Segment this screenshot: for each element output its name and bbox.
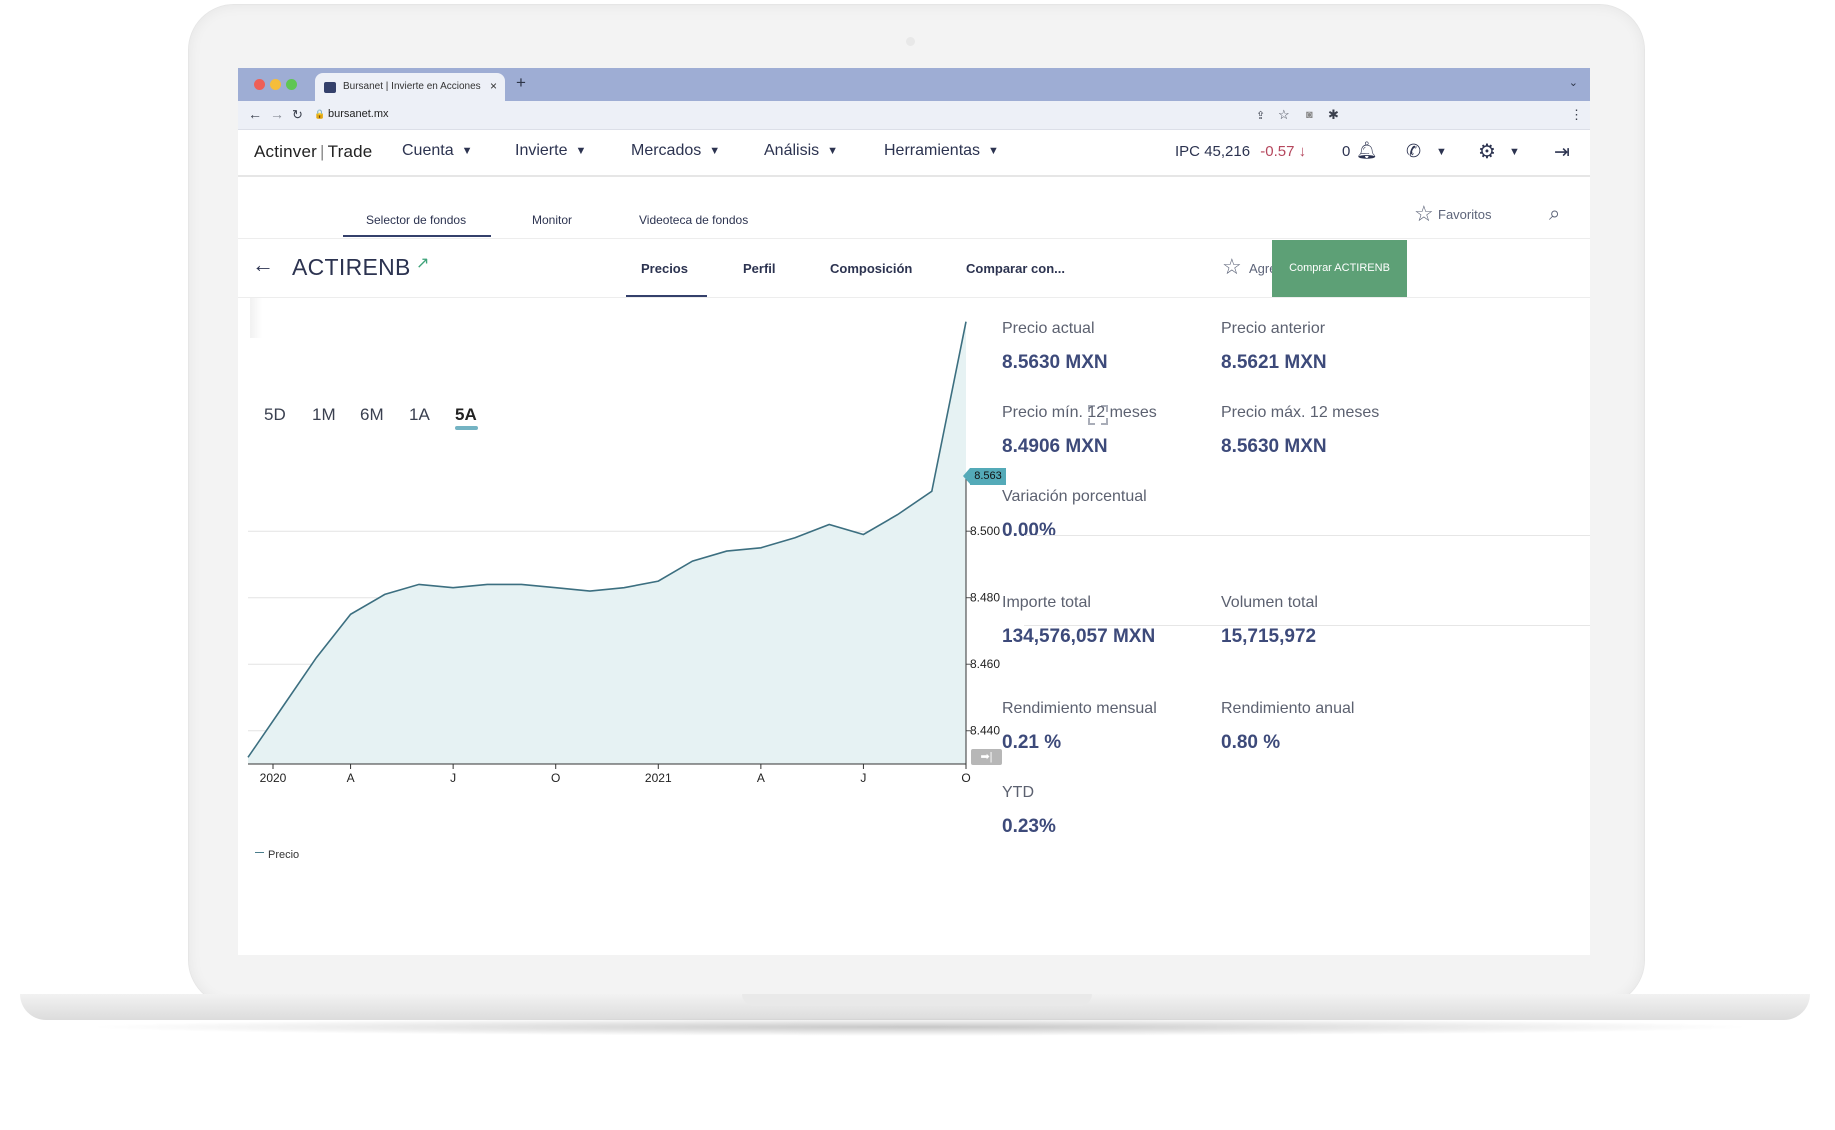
y-tick-label: 8.460 (970, 657, 1000, 671)
y-tick-label: 8.480 (970, 591, 1000, 605)
stat-label: Importe total (1002, 594, 1091, 611)
stat-value: 8.4906 MXN (1002, 436, 1108, 457)
y-tick-label: 8.500 (970, 524, 1000, 538)
stat-label: Precio anterior (1221, 320, 1326, 337)
stat-value: 15,715,972 (1221, 626, 1317, 647)
x-tick-label: 2021 (645, 771, 672, 785)
screen: Bursanet | Invierte en Acciones × + ⌄ ← … (238, 68, 1590, 955)
stat-label: YTD (1002, 784, 1034, 801)
x-tick-label: O (551, 771, 560, 785)
stat-value: 0.21 % (1002, 732, 1062, 753)
stat-label: Rendimiento mensual (1002, 700, 1157, 717)
laptop-shadow (80, 1018, 1760, 1036)
stat-value: 0.23% (1002, 816, 1056, 837)
x-tick-label: O (961, 771, 970, 785)
x-tick-label: 2020 (260, 771, 287, 785)
legend-label: Precio (268, 849, 300, 861)
x-tick-label: A (347, 771, 355, 785)
chart-svg: 8.440 8.460 8.480 8.500 2020 A J O 2021 A J O (247, 321, 1000, 785)
x-tick-label: A (757, 771, 765, 785)
x-tick-label: J (450, 771, 456, 785)
stat-value: 8.5621 MXN (1221, 352, 1327, 373)
stat-value: 8.5630 MXN (1221, 436, 1327, 457)
stat-label: Precio máx. 12 meses (1221, 404, 1380, 421)
last-value-tag: 8.563 (963, 468, 1006, 485)
stats-divider (1024, 535, 1590, 536)
stat-label: Volumen total (1221, 594, 1318, 611)
laptop-notch (742, 994, 1092, 1006)
x-tick-label: J (860, 771, 866, 785)
stat-value: 8.5630 MXN (1002, 352, 1108, 373)
price-chart: 8.440 8.460 8.480 8.500 2020 A J O 2021 A J O 8.563… (238, 68, 1590, 955)
legend-swatch (255, 851, 264, 853)
chart-legend[interactable]: Precio (255, 849, 299, 861)
y-tick-label: 8.440 (970, 724, 1000, 738)
stat-label: Variación porcentual (1002, 488, 1147, 505)
stat-value: 0.00% (1002, 520, 1056, 541)
stat-label: Precio actual (1002, 320, 1095, 337)
stats-divider (1024, 625, 1590, 626)
stat-label: Rendimiento anual (1221, 700, 1355, 717)
stat-label: Precio mín. 12 meses (1002, 404, 1157, 421)
stat-value: 134,576,057 MXN (1002, 626, 1156, 647)
stat-value: 0.80 % (1221, 732, 1281, 753)
laptop-camera (906, 37, 915, 46)
price-area (248, 321, 966, 764)
scroll-to-end-button[interactable]: ➡| (971, 749, 1002, 765)
